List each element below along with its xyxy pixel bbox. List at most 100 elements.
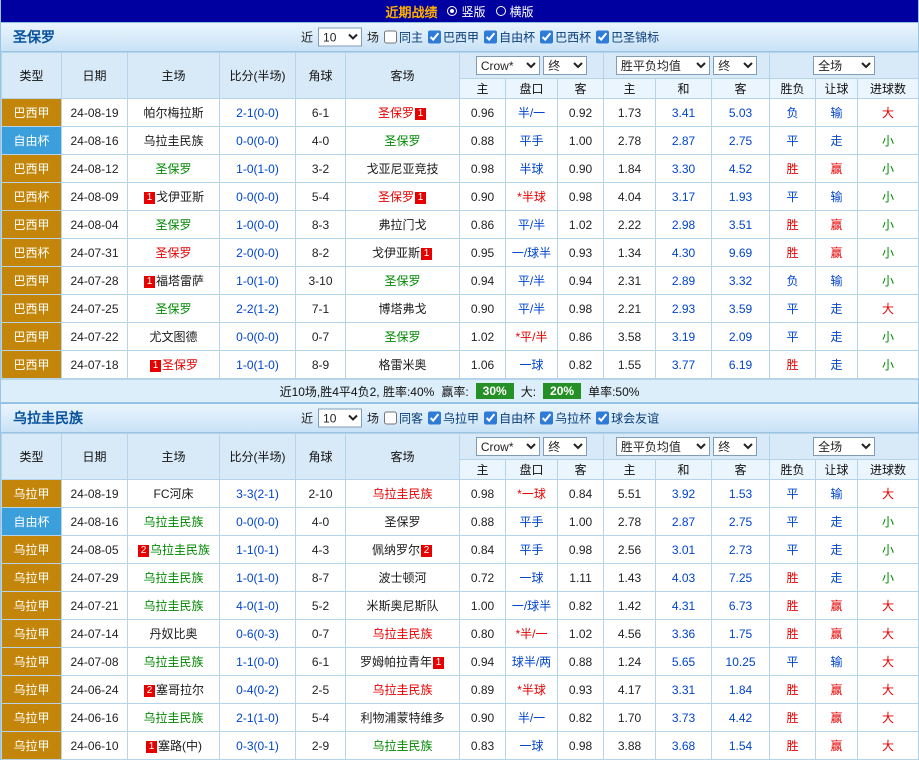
same-venue-checkbox[interactable] xyxy=(384,31,397,44)
home-team-name[interactable]: 圣保罗 xyxy=(155,162,191,176)
scope-select[interactable]: 全场 xyxy=(813,56,875,75)
match-score[interactable]: 1-1(0-1) xyxy=(220,536,296,564)
away-team-name[interactable]: 圣保罗 xyxy=(384,274,420,288)
match-score[interactable]: 2-1(0-0) xyxy=(220,99,296,127)
away-team-name[interactable]: 圣保罗 xyxy=(384,515,420,529)
league-filter-checkbox[interactable] xyxy=(428,31,441,44)
layout-vertical-option[interactable]: 竖版 xyxy=(447,3,485,20)
avg-period-select[interactable]: 终 xyxy=(713,437,757,456)
away-team-name[interactable]: 弗拉门戈 xyxy=(378,218,426,232)
match-score[interactable]: 1-1(0-0) xyxy=(220,648,296,676)
home-team-name[interactable]: 塞哥拉尔 xyxy=(156,683,204,697)
home-team-name[interactable]: 塞路(中) xyxy=(158,739,202,753)
home-team-name[interactable]: 福塔雷萨 xyxy=(156,274,204,288)
home-team-name[interactable]: 戈伊亚斯 xyxy=(156,190,204,204)
away-team-name[interactable]: 米斯奥尼斯队 xyxy=(366,599,438,613)
home-team-name[interactable]: 乌拉圭民族 xyxy=(143,655,203,669)
league-filter-checkbox[interactable] xyxy=(540,31,553,44)
match-score[interactable]: 0-0(0-0) xyxy=(220,183,296,211)
away-team-name[interactable]: 乌拉圭民族 xyxy=(372,739,432,753)
away-team-name[interactable]: 戈伊亚斯 xyxy=(372,246,420,260)
match-score[interactable]: 3-3(2-1) xyxy=(220,480,296,508)
league-filter-checkbox[interactable] xyxy=(484,31,497,44)
layout-horizontal-option[interactable]: 横版 xyxy=(496,3,534,20)
home-team-name[interactable]: 乌拉圭民族 xyxy=(143,711,203,725)
match-score[interactable]: 1-0(1-0) xyxy=(220,351,296,379)
home-team-name[interactable]: 乌拉圭民族 xyxy=(143,571,203,585)
home-team-name[interactable]: 乌拉圭民族 xyxy=(143,599,203,613)
match-score[interactable]: 0-0(0-0) xyxy=(220,127,296,155)
league-filter-checkbox[interactable] xyxy=(596,412,609,425)
home-team-name[interactable]: 圣保罗 xyxy=(162,358,198,372)
match-score[interactable]: 0-3(0-1) xyxy=(220,732,296,760)
home-team-name[interactable]: 圣保罗 xyxy=(155,246,191,260)
match-score[interactable]: 0-4(0-2) xyxy=(220,676,296,704)
bookmaker-select[interactable]: Crow* xyxy=(476,437,540,456)
away-team-name[interactable]: 格雷米奥 xyxy=(378,358,426,372)
home-team-name[interactable]: 尤文图德 xyxy=(149,330,197,344)
away-team-name[interactable]: 佩纳罗尔 xyxy=(372,543,420,557)
match-score[interactable]: 2-2(1-2) xyxy=(220,295,296,323)
match-row: 乌拉甲24-06-16乌拉圭民族2-1(1-0)5-4利物浦蒙特维多0.90半/… xyxy=(2,704,919,732)
league-filter-checkbox[interactable] xyxy=(540,412,553,425)
avg-type-select[interactable]: 胜平负均值 xyxy=(616,437,710,456)
league-filter-option[interactable]: 巴圣锦标 xyxy=(596,29,659,46)
match-score[interactable]: 2-1(1-0) xyxy=(220,704,296,732)
league-filter-option[interactable]: 自由杯 xyxy=(484,29,535,46)
home-team-name[interactable]: 乌拉圭民族 xyxy=(150,543,210,557)
match-score[interactable]: 0-0(0-0) xyxy=(220,323,296,351)
away-team-name[interactable]: 博塔弗戈 xyxy=(378,302,426,316)
league-filter-checkbox[interactable] xyxy=(484,412,497,425)
home-team-name[interactable]: 丹奴比奥 xyxy=(149,627,197,641)
away-team-name[interactable]: 圣保罗 xyxy=(378,106,414,120)
away-team-name[interactable]: 利物浦蒙特维多 xyxy=(360,711,444,725)
match-score[interactable]: 0-6(0-3) xyxy=(220,620,296,648)
match-score[interactable]: 1-0(0-0) xyxy=(220,211,296,239)
recent-count-select[interactable]: 10 xyxy=(318,409,362,428)
away-team-name[interactable]: 罗姆帕拉青年 xyxy=(360,655,432,669)
league-filter-option[interactable]: 巴西杯 xyxy=(540,29,591,46)
league-filter-checkbox[interactable] xyxy=(596,31,609,44)
away-team-name[interactable]: 戈亚尼亚竞技 xyxy=(366,162,438,176)
same-venue-checkbox[interactable] xyxy=(384,412,397,425)
away-team-name[interactable]: 波士顿河 xyxy=(378,571,426,585)
away-team-name[interactable]: 乌拉圭民族 xyxy=(372,683,432,697)
away-team-name[interactable]: 圣保罗 xyxy=(384,134,420,148)
league-filter-option[interactable]: 乌拉甲 xyxy=(428,410,479,427)
away-team-name[interactable]: 圣保罗 xyxy=(378,190,414,204)
scope-select[interactable]: 全场 xyxy=(813,437,875,456)
away-team-name[interactable]: 乌拉圭民族 xyxy=(372,627,432,641)
match-score[interactable]: 0-0(0-0) xyxy=(220,508,296,536)
match-score[interactable]: 1-0(1-0) xyxy=(220,155,296,183)
league-filter-option[interactable]: 球会友谊 xyxy=(596,410,659,427)
recent-count-select[interactable]: 10 xyxy=(318,28,362,47)
match-score[interactable]: 2-0(0-0) xyxy=(220,239,296,267)
home-team-name[interactable]: 圣保罗 xyxy=(155,302,191,316)
result-handicap: 输 xyxy=(816,267,858,295)
odds-period-select[interactable]: 终 xyxy=(543,56,587,75)
match-score[interactable]: 4-0(1-0) xyxy=(220,592,296,620)
league-filter-option[interactable]: 巴西甲 xyxy=(428,29,479,46)
bookmaker-select[interactable]: Crow* xyxy=(476,56,540,75)
away-team-name[interactable]: 圣保罗 xyxy=(384,330,420,344)
avg-away: 6.19 xyxy=(712,351,770,379)
home-team-name[interactable]: 乌拉圭民族 xyxy=(143,515,203,529)
league-filter-option[interactable]: 乌拉杯 xyxy=(540,410,591,427)
topbar: 近期战绩 竖版 横版 xyxy=(1,0,918,22)
league-filter-option[interactable]: 自由杯 xyxy=(484,410,535,427)
subcol-avg-draw: 和 xyxy=(656,79,712,99)
home-team-name[interactable]: 帕尔梅拉斯 xyxy=(143,106,203,120)
match-score[interactable]: 1-0(1-0) xyxy=(220,564,296,592)
home-team-name[interactable]: 乌拉圭民族 xyxy=(143,134,203,148)
odds-period-select[interactable]: 终 xyxy=(543,437,587,456)
away-team-name[interactable]: 乌拉圭民族 xyxy=(372,487,432,501)
home-team-name[interactable]: FC河床 xyxy=(154,487,194,501)
avg-type-select[interactable]: 胜平负均值 xyxy=(616,56,710,75)
league-filter-checkbox[interactable] xyxy=(428,412,441,425)
match-score[interactable]: 1-0(1-0) xyxy=(220,267,296,295)
avg-period-select[interactable]: 终 xyxy=(713,56,757,75)
same-venue-option[interactable]: 同客 xyxy=(384,410,423,427)
home-team-name[interactable]: 圣保罗 xyxy=(155,218,191,232)
subcol-avg-draw: 和 xyxy=(656,460,712,480)
same-venue-option[interactable]: 同主 xyxy=(384,29,423,46)
